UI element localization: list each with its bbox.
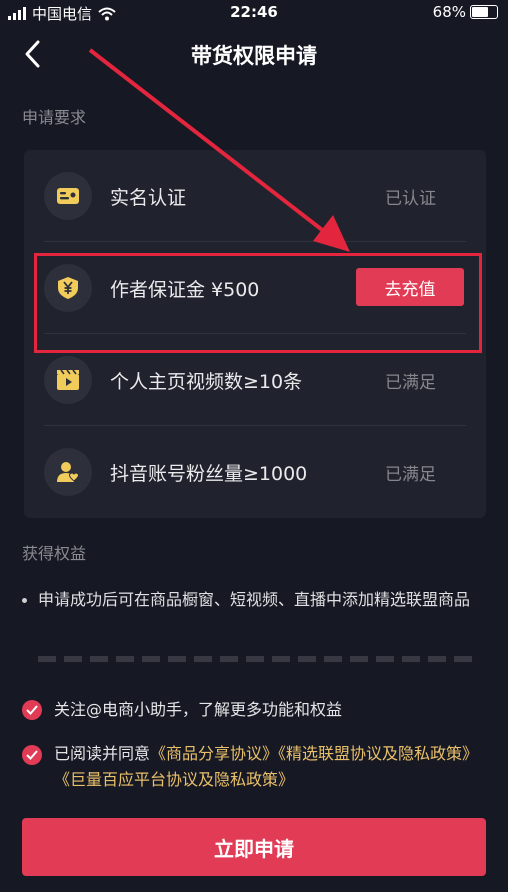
benefit-text: 申请成功后可在商品橱窗、短视频、直播中添加精选联盟商品 [38, 590, 471, 609]
requirement-label: 实名认证 [110, 187, 187, 209]
status-right: 68% [433, 3, 498, 21]
requirement-label: 抖音账号粉丝量≥1000 [110, 463, 308, 485]
benefit-item: 申请成功后可在商品橱窗、短视频、直播中添加精选联盟商品 [22, 588, 482, 612]
id-card-icon [44, 172, 92, 220]
battery-percent: 68% [432, 3, 466, 21]
link-selected-alliance-agreement[interactable]: 《精选联盟协议及隐私政策》 [278, 744, 478, 763]
requirements-label: 申请要求 [22, 108, 87, 127]
agreement-prefix: 已阅读并同意 [54, 744, 151, 763]
agree-checkbox[interactable] [22, 745, 42, 765]
requirement-status: 已满足 [385, 373, 436, 393]
nav-bar: 带货权限申请 [0, 30, 508, 78]
page-title: 带货权限申请 [191, 44, 317, 68]
highlight-box [34, 253, 482, 353]
bullet [22, 598, 27, 603]
check-icon [26, 705, 38, 715]
video-clapper-icon [44, 356, 92, 404]
requirement-status: 已满足 [385, 465, 436, 485]
requirement-fans: 抖音账号粉丝量≥1000 已满足 [24, 426, 486, 518]
check-icon [26, 750, 38, 760]
agreement-text: 已阅读并同意《商品分享协议》《精选联盟协议及隐私政策》《巨量百应平台协议及隐私政… [54, 741, 494, 793]
benefits-label: 获得权益 [22, 544, 87, 563]
faded-text-line [38, 656, 478, 662]
follow-checkbox[interactable] [22, 700, 42, 720]
follow-text: 关注@电商小助手，了解更多功能和权益 [54, 700, 343, 719]
fans-icon [44, 448, 92, 496]
requirement-real-name: 实名认证 已认证 [24, 150, 486, 242]
link-product-share-agreement[interactable]: 《商品分享协议》 [150, 744, 278, 763]
requirement-status: 已认证 [385, 189, 436, 209]
link-baiying-platform-agreement[interactable]: 《巨量百应平台协议及隐私政策》 [54, 770, 294, 789]
status-bar: 中国电信 22:46 68% [0, 0, 508, 26]
battery-icon [470, 5, 498, 19]
requirement-label: 个人主页视频数≥10条 [110, 371, 303, 393]
apply-now-button[interactable]: 立即申请 [22, 818, 486, 876]
